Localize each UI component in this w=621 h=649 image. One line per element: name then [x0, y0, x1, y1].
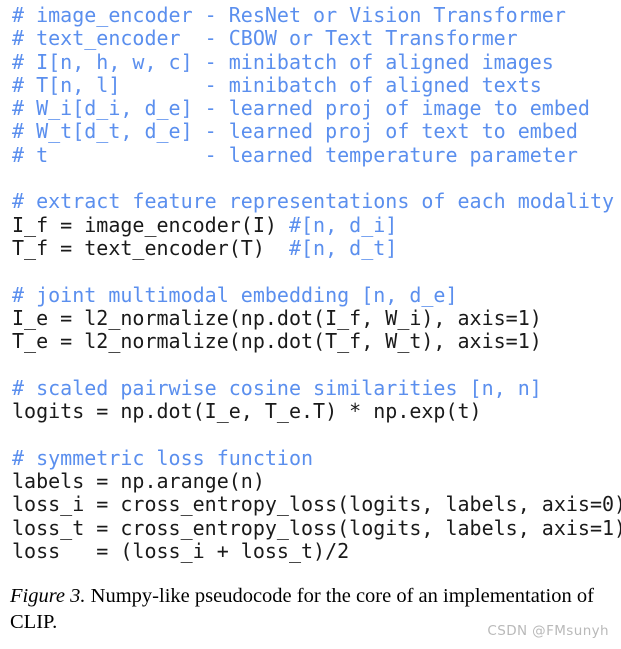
code-line-statement: logits = np.dot(I_e, T_e.T) * np.exp(t): [12, 399, 621, 424]
code-line-statement-with-comment: T_f = text_encoder(T) #[n, d_t]: [12, 235, 621, 260]
code-listing: # image_encoder - ResNet or Vision Trans…: [12, 3, 621, 563]
code-token: I_f = image_encoder(I): [12, 212, 289, 237]
code-line-statement: T_e = l2_normalize(np.dot(T_f, W_t), axi…: [12, 330, 621, 353]
code-line-statement-with-comment: I_f = image_encoder(I) #[n, d_i]: [12, 212, 621, 237]
comment-token: # W_t[d_t, d_e] - learned proj of text t…: [12, 119, 578, 144]
code-token: I_e = l2_normalize(np.dot(I_f, W_i), axi…: [12, 305, 542, 330]
code-line-comment: # t - learned temperature parameter: [12, 142, 621, 167]
figure-caption-label: Figure 3.: [10, 585, 86, 607]
comment-token: # scaled pairwise cosine similarities [n…: [12, 375, 542, 400]
code-line-comment: # extract feature representations of eac…: [12, 190, 621, 213]
code-line-statement: loss_t = cross_entropy_loss(logits, labe…: [12, 515, 621, 540]
code-line-statement: labels = np.arange(n): [12, 468, 621, 493]
comment-token: # t - learned temperature parameter: [12, 142, 578, 167]
csdn-watermark: CSDN @FMsunyh: [487, 623, 609, 639]
code-token: logits = np.dot(I_e, T_e.T) * np.exp(t): [12, 399, 482, 424]
comment-token: # symmetric loss function: [12, 445, 314, 470]
code-line-statement: loss = (loss_i + loss_t)/2: [12, 538, 621, 563]
code-line-comment: # text_encoder - CBOW or Text Transforme…: [12, 27, 621, 50]
code-token: T_e = l2_normalize(np.dot(T_f, W_t), axi…: [12, 329, 542, 354]
code-line-comment: # W_i[d_i, d_e] - learned proj of image …: [12, 97, 621, 120]
code-line-comment: # T[n, l] - minibatch of aligned texts: [12, 72, 621, 97]
code-line-comment: # W_t[d_t, d_e] - learned proj of text t…: [12, 120, 621, 143]
comment-token: # extract feature representations of eac…: [12, 189, 615, 214]
code-line-statement: loss_i = cross_entropy_loss(logits, labe…: [12, 493, 621, 516]
code-line-comment: # I[n, h, w, c] - minibatch of aligned i…: [12, 49, 621, 74]
code-token: loss = (loss_i + loss_t)/2: [12, 538, 350, 563]
comment-token: #[n, d_t]: [288, 235, 398, 260]
comment-token: #[n, d_i]: [288, 212, 398, 237]
comment-token: # text_encoder - CBOW or Text Transforme…: [12, 26, 518, 51]
code-line-comment: # scaled pairwise cosine similarities [n…: [12, 375, 621, 400]
code-token: loss_i = cross_entropy_loss(logits, labe…: [12, 492, 621, 517]
comment-token: # joint multimodal embedding [n, d_e]: [12, 282, 458, 307]
figure-container: # image_encoder - ResNet or Vision Trans…: [0, 0, 621, 649]
comment-token: # image_encoder - ResNet or Vision Trans…: [12, 3, 566, 27]
code-token: T_f = text_encoder(T): [12, 235, 289, 260]
code-line-comment: # symmetric loss function: [12, 445, 621, 470]
comment-token: # W_i[d_i, d_e] - learned proj of image …: [12, 96, 590, 121]
code-line-statement: I_e = l2_normalize(np.dot(I_f, W_i), axi…: [12, 305, 621, 330]
code-token: labels = np.arange(n): [12, 468, 265, 493]
code-line-comment: # image_encoder - ResNet or Vision Trans…: [12, 3, 621, 27]
comment-token: # I[n, h, w, c] - minibatch of aligned i…: [12, 49, 554, 74]
code-line-comment: # joint multimodal embedding [n, d_e]: [12, 282, 621, 307]
comment-token: # T[n, l] - minibatch of aligned texts: [12, 72, 542, 97]
code-token: loss_t = cross_entropy_loss(logits, labe…: [12, 515, 621, 540]
